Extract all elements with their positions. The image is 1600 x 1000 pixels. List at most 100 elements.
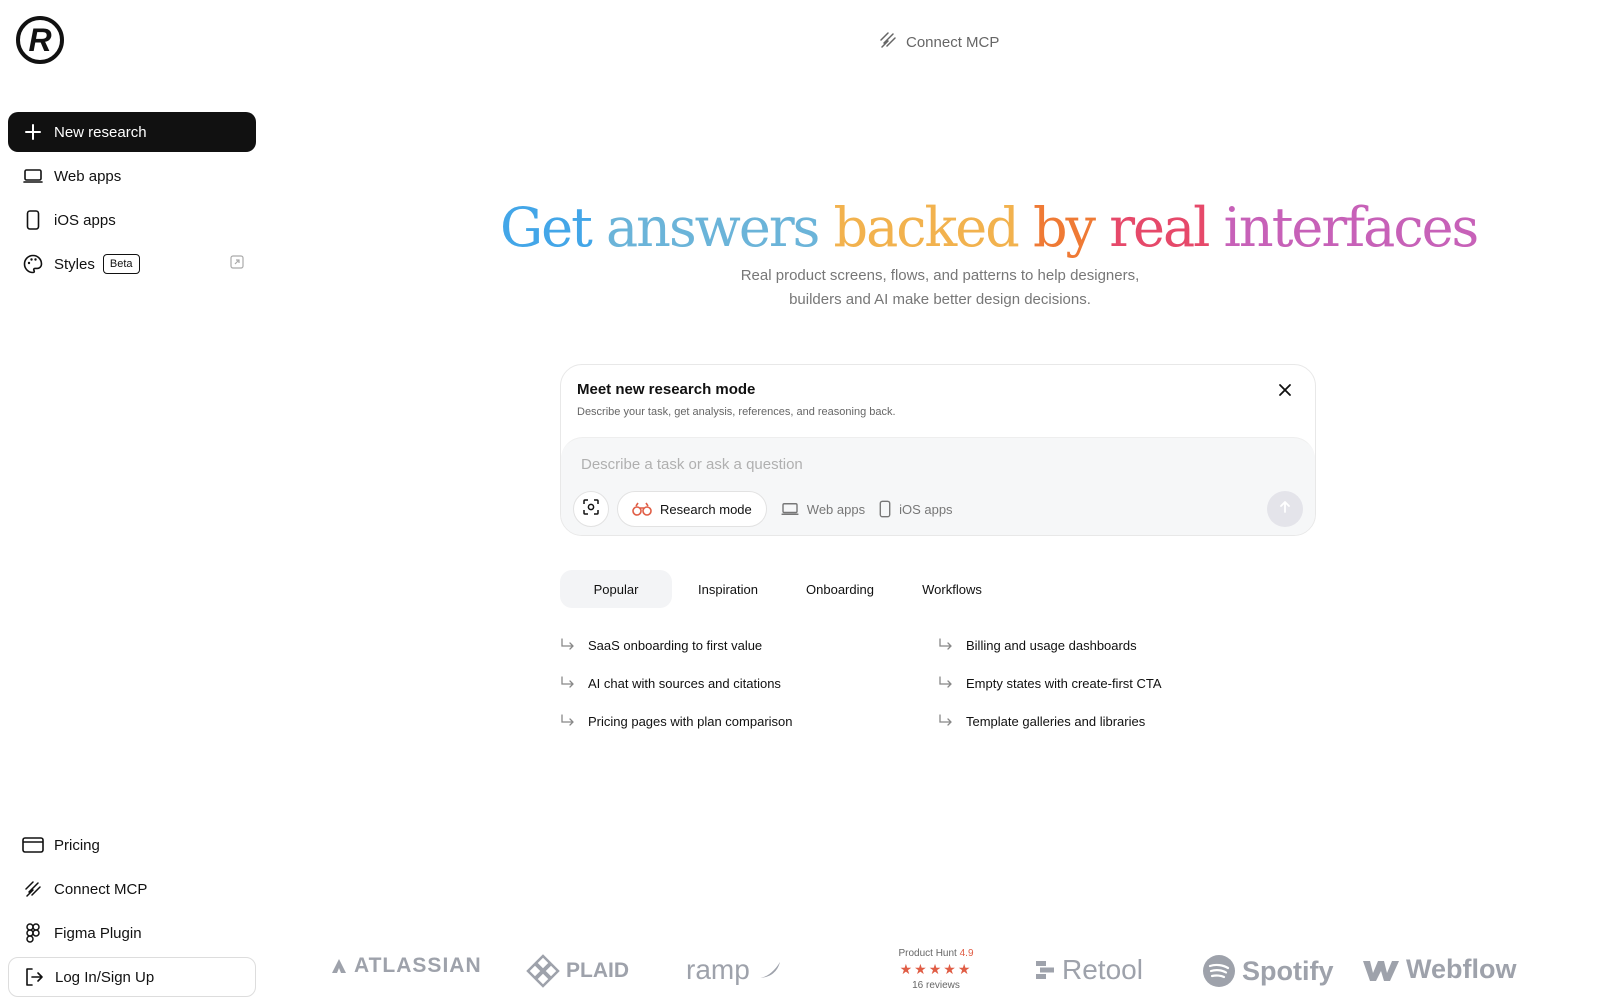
close-icon[interactable]	[1275, 381, 1295, 401]
mcp-icon	[22, 878, 44, 900]
corner-arrow-icon	[938, 638, 960, 652]
sidebar-item-label: Styles	[54, 255, 95, 273]
suggestion-item[interactable]: SaaS onboarding to first value	[560, 626, 940, 664]
webflow-logo: Webflow	[1362, 954, 1517, 985]
suggestions-right: Billing and usage dashboards Empty state…	[938, 626, 1318, 740]
sidebar-bottom-nav: Pricing Connect MCP Figma Plugin Log In/…	[8, 825, 256, 1000]
research-mode-toggle[interactable]: Research mode	[617, 491, 767, 527]
sidebar-item-pricing[interactable]: Pricing	[8, 825, 256, 865]
sidebar-item-ios-apps[interactable]: iOS apps	[8, 200, 256, 240]
research-card-title: Meet new research mode	[577, 381, 756, 398]
research-card-description: Describe your task, get analysis, refere…	[577, 406, 896, 418]
logo-text: Spotify	[1242, 955, 1334, 986]
suggestion-text: Pricing pages with plan comparison	[588, 713, 793, 729]
logo-text: ATLASSIAN	[354, 954, 482, 977]
plus-icon	[22, 121, 44, 143]
filter-label: Web apps	[806, 501, 866, 517]
tab-workflows[interactable]: Workflows	[896, 570, 1008, 608]
retool-logo: Retool	[1034, 954, 1143, 986]
login-label: Log In/Sign Up	[55, 968, 155, 986]
hero-subtitle-line: Real product screens, flows, and pattern…	[740, 267, 1140, 284]
filter-label: iOS apps	[899, 501, 953, 517]
tab-popular[interactable]: Popular	[560, 570, 672, 608]
logo-text: Retool	[1062, 954, 1143, 985]
send-button[interactable]	[1267, 491, 1303, 527]
phone-icon	[22, 209, 44, 231]
corner-arrow-icon	[560, 676, 582, 690]
producthunt-reviews: 16 reviews	[912, 980, 960, 991]
sidebar-item-label: iOS apps	[54, 211, 116, 229]
suggestion-item[interactable]: AI chat with sources and citations	[560, 664, 940, 702]
spotify-logo: Spotify	[1202, 954, 1334, 988]
suggestion-tabs: Popular Inspiration Onboarding Workflows	[560, 570, 1008, 608]
suggestion-item[interactable]: Template galleries and libraries	[938, 702, 1318, 740]
producthunt-rating: Product Hunt 4.9 ★★★★★ 16 reviews	[886, 948, 986, 991]
sidebar-item-label: Web apps	[54, 167, 122, 185]
suggestion-item[interactable]: Empty states with create-first CTA	[938, 664, 1318, 702]
hero-word: answers	[605, 196, 820, 259]
suggestion-text: AI chat with sources and citations	[588, 675, 781, 691]
logout-icon	[23, 966, 45, 988]
sidebar-nav: New research Web apps iOS apps Styles Be…	[8, 112, 256, 288]
sidebar-item-styles[interactable]: Styles Beta	[8, 244, 256, 284]
research-card-header: Meet new research mode Describe your tas…	[561, 365, 1315, 437]
filter-ios-apps[interactable]: iOS apps	[879, 500, 953, 518]
credit-card-icon	[22, 834, 44, 856]
suggestions-left: SaaS onboarding to first value AI chat w…	[560, 626, 940, 740]
logo-text: ramp	[686, 954, 750, 985]
brand-logo[interactable]: R	[16, 16, 64, 64]
new-research-label: New research	[54, 123, 147, 141]
arrow-up-icon	[1278, 500, 1292, 519]
palette-icon	[22, 253, 44, 275]
hero-title: Get answers backed by real interfaces	[500, 196, 1479, 259]
phone-icon	[879, 500, 891, 518]
sidebar-item-label: Figma Plugin	[54, 924, 142, 942]
laptop-icon	[781, 502, 799, 516]
corner-arrow-icon	[938, 714, 960, 728]
prompt-area: Research mode Web apps iOS apps	[561, 437, 1315, 535]
tab-inspiration[interactable]: Inspiration	[672, 570, 784, 608]
sidebar-item-connect-mcp[interactable]: Connect MCP	[8, 869, 256, 909]
research-card: Meet new research mode Describe your tas…	[560, 364, 1316, 536]
suggestion-text: Empty states with create-first CTA	[966, 675, 1162, 691]
ramp-logo: ramp	[686, 954, 784, 986]
prompt-input[interactable]	[581, 456, 1231, 473]
suggestion-item[interactable]: Pricing pages with plan comparison	[560, 702, 940, 740]
filter-web-apps[interactable]: Web apps	[781, 502, 865, 517]
sidebar-item-web-apps[interactable]: Web apps	[8, 156, 256, 196]
mcp-icon	[878, 30, 898, 54]
new-research-button[interactable]: New research	[8, 112, 256, 152]
research-mode-label: Research mode	[660, 501, 752, 517]
logo-text: Webflow	[1406, 954, 1517, 984]
connect-mcp-link[interactable]: Connect MCP	[878, 30, 999, 54]
stars-icon: ★★★★★	[899, 961, 973, 977]
hero-word: Get	[500, 196, 593, 259]
suggestion-text: Template galleries and libraries	[966, 713, 1146, 729]
sidebar-item-label: Pricing	[54, 836, 100, 854]
atlassian-logo: ATLASSIAN	[330, 954, 482, 978]
hero-word: real	[1109, 196, 1210, 259]
hero-word: interfaces	[1223, 196, 1480, 259]
scan-icon	[582, 498, 600, 521]
logo-text: PLAID	[566, 959, 629, 982]
prompt-toolbar: Research mode Web apps iOS apps	[573, 490, 1303, 528]
corner-arrow-icon	[560, 638, 582, 652]
beta-badge: Beta	[102, 254, 140, 274]
figma-icon	[22, 922, 44, 944]
screenshot-button[interactable]	[573, 491, 609, 527]
sidebar-item-figma-plugin[interactable]: Figma Plugin	[8, 913, 256, 953]
suggestion-text: SaaS onboarding to first value	[588, 637, 763, 653]
suggestion-item[interactable]: Billing and usage dashboards	[938, 626, 1318, 664]
corner-arrow-icon	[938, 676, 960, 690]
hero-subtitle: Real product screens, flows, and pattern…	[640, 264, 1240, 312]
external-link-icon[interactable]	[230, 255, 244, 273]
login-signup-button[interactable]: Log In/Sign Up	[8, 957, 256, 997]
tab-onboarding[interactable]: Onboarding	[784, 570, 896, 608]
sidebar: R New research Web apps iOS apps Styles	[0, 0, 265, 1000]
suggestion-text: Billing and usage dashboards	[966, 637, 1137, 653]
connect-mcp-label: Connect MCP	[906, 33, 1000, 51]
plaid-logo: PLAID	[526, 954, 629, 988]
sidebar-item-label: Connect MCP	[54, 880, 148, 898]
laptop-icon	[22, 165, 44, 187]
hero-word: by	[1032, 196, 1096, 259]
